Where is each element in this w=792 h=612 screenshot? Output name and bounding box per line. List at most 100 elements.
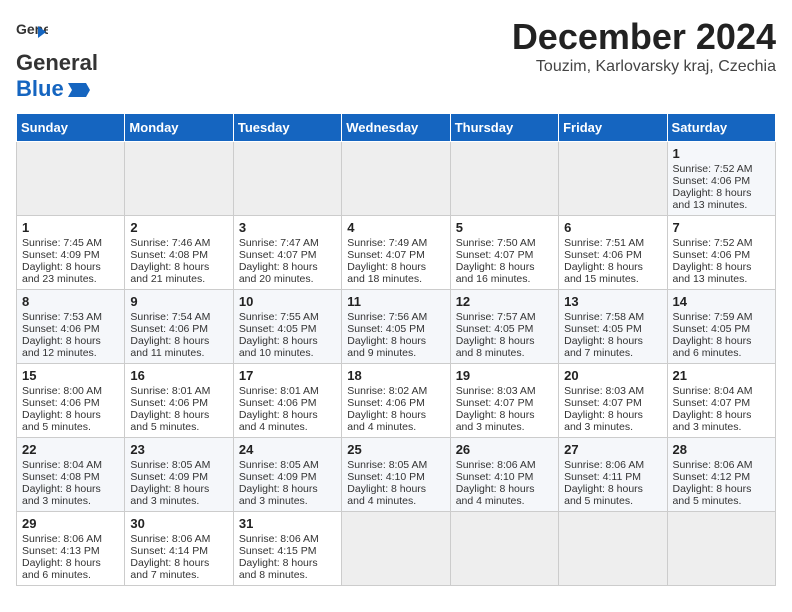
calendar-week-row: 15Sunrise: 8:00 AMSunset: 4:06 PMDayligh… [17,363,776,437]
logo-general: General [16,50,98,75]
sunrise-text: Sunrise: 8:04 AM [22,459,102,471]
calendar-day-cell: 6Sunrise: 7:51 AMSunset: 4:06 PMDaylight… [559,215,667,289]
sunset-text: Sunset: 4:05 PM [239,323,317,335]
sunrise-text: Sunrise: 7:54 AM [130,311,210,323]
calendar-day-cell: 28Sunrise: 8:06 AMSunset: 4:12 PMDayligh… [667,437,775,511]
daylight-text: Daylight: 8 hours and 21 minutes. [130,261,209,285]
calendar-day-cell: 16Sunrise: 8:01 AMSunset: 4:06 PMDayligh… [125,363,233,437]
daylight-text: Daylight: 8 hours and 20 minutes. [239,261,318,285]
daylight-text: Daylight: 8 hours and 15 minutes. [564,261,643,285]
day-number: 3 [239,220,336,235]
day-number: 18 [347,368,444,383]
calendar-day-cell: 14Sunrise: 7:59 AMSunset: 4:05 PMDayligh… [667,289,775,363]
sunrise-text: Sunrise: 8:06 AM [456,459,536,471]
sunrise-text: Sunrise: 7:56 AM [347,311,427,323]
sunset-text: Sunset: 4:06 PM [130,323,208,335]
sunrise-text: Sunrise: 8:03 AM [456,385,536,397]
sunset-text: Sunset: 4:07 PM [564,397,642,409]
sunrise-text: Sunrise: 8:05 AM [239,459,319,471]
day-number: 13 [564,294,661,309]
calendar-subtitle: Touzim, Karlovarsky kraj, Czechia [512,58,776,76]
calendar-day-cell: 11Sunrise: 7:56 AMSunset: 4:05 PMDayligh… [342,289,450,363]
daylight-text: Daylight: 8 hours and 13 minutes. [673,187,752,211]
daylight-text: Daylight: 8 hours and 3 minutes. [22,483,101,507]
calendar-day-cell [450,511,558,585]
calendar-day-cell: 21Sunrise: 8:04 AMSunset: 4:07 PMDayligh… [667,363,775,437]
calendar-day-cell: 12Sunrise: 7:57 AMSunset: 4:05 PMDayligh… [450,289,558,363]
calendar-day-cell: 5Sunrise: 7:50 AMSunset: 4:07 PMDaylight… [450,215,558,289]
daylight-text: Daylight: 8 hours and 7 minutes. [130,557,209,581]
day-number: 11 [347,294,444,309]
calendar-week-row: 22Sunrise: 8:04 AMSunset: 4:08 PMDayligh… [17,437,776,511]
day-number: 31 [239,516,336,531]
calendar-day-cell: 1Sunrise: 7:52 AMSunset: 4:06 PMDaylight… [667,141,775,215]
sunrise-text: Sunrise: 8:01 AM [239,385,319,397]
daylight-text: Daylight: 8 hours and 3 minutes. [673,409,752,433]
sunrise-text: Sunrise: 7:52 AM [673,163,753,175]
daylight-text: Daylight: 8 hours and 8 minutes. [456,335,535,359]
calendar-day-cell [342,141,450,215]
logo: General General Blue [16,16,98,103]
day-number: 8 [22,294,119,309]
daylight-text: Daylight: 8 hours and 12 minutes. [22,335,101,359]
calendar-day-cell: 10Sunrise: 7:55 AMSunset: 4:05 PMDayligh… [233,289,341,363]
calendar-day-cell [17,141,125,215]
daylight-text: Daylight: 8 hours and 7 minutes. [564,335,643,359]
calendar-day-cell: 29Sunrise: 8:06 AMSunset: 4:13 PMDayligh… [17,511,125,585]
day-number: 5 [456,220,553,235]
calendar-title: December 2024 [512,16,776,58]
daylight-text: Daylight: 8 hours and 5 minutes. [564,483,643,507]
sunrise-text: Sunrise: 7:50 AM [456,237,536,249]
calendar-day-cell: 17Sunrise: 8:01 AMSunset: 4:06 PMDayligh… [233,363,341,437]
sunset-text: Sunset: 4:07 PM [239,249,317,261]
calendar-day-cell [559,141,667,215]
calendar-day-cell: 3Sunrise: 7:47 AMSunset: 4:07 PMDaylight… [233,215,341,289]
daylight-text: Daylight: 8 hours and 5 minutes. [22,409,101,433]
calendar-day-header: Friday [559,113,667,141]
sunset-text: Sunset: 4:05 PM [456,323,534,335]
daylight-text: Daylight: 8 hours and 23 minutes. [22,261,101,285]
sunset-text: Sunset: 4:05 PM [564,323,642,335]
sunrise-text: Sunrise: 7:46 AM [130,237,210,249]
day-number: 1 [22,220,119,235]
daylight-text: Daylight: 8 hours and 3 minutes. [239,483,318,507]
sunset-text: Sunset: 4:07 PM [673,397,751,409]
day-number: 19 [456,368,553,383]
daylight-text: Daylight: 8 hours and 11 minutes. [130,335,209,359]
daylight-text: Daylight: 8 hours and 4 minutes. [347,409,426,433]
day-number: 23 [130,442,227,457]
calendar-day-cell: 19Sunrise: 8:03 AMSunset: 4:07 PMDayligh… [450,363,558,437]
day-number: 27 [564,442,661,457]
daylight-text: Daylight: 8 hours and 4 minutes. [239,409,318,433]
sunset-text: Sunset: 4:07 PM [347,249,425,261]
calendar-week-row: 1Sunrise: 7:45 AMSunset: 4:09 PMDaylight… [17,215,776,289]
sunset-text: Sunset: 4:06 PM [130,397,208,409]
day-number: 25 [347,442,444,457]
calendar-day-cell: 8Sunrise: 7:53 AMSunset: 4:06 PMDaylight… [17,289,125,363]
sunset-text: Sunset: 4:08 PM [22,471,100,483]
daylight-text: Daylight: 8 hours and 5 minutes. [130,409,209,433]
calendar-day-header: Sunday [17,113,125,141]
svg-text:General: General [16,21,48,37]
calendar-day-cell: 23Sunrise: 8:05 AMSunset: 4:09 PMDayligh… [125,437,233,511]
day-number: 24 [239,442,336,457]
day-number: 12 [456,294,553,309]
calendar-day-cell: 24Sunrise: 8:05 AMSunset: 4:09 PMDayligh… [233,437,341,511]
sunrise-text: Sunrise: 7:55 AM [239,311,319,323]
sunrise-text: Sunrise: 7:51 AM [564,237,644,249]
day-number: 16 [130,368,227,383]
day-number: 2 [130,220,227,235]
sunrise-text: Sunrise: 7:58 AM [564,311,644,323]
daylight-text: Daylight: 8 hours and 3 minutes. [130,483,209,507]
calendar-day-cell: 27Sunrise: 8:06 AMSunset: 4:11 PMDayligh… [559,437,667,511]
daylight-text: Daylight: 8 hours and 4 minutes. [347,483,426,507]
calendar-day-cell: 25Sunrise: 8:05 AMSunset: 4:10 PMDayligh… [342,437,450,511]
sunset-text: Sunset: 4:15 PM [239,545,317,557]
sunrise-text: Sunrise: 8:04 AM [673,385,753,397]
sunrise-text: Sunrise: 7:45 AM [22,237,102,249]
sunrise-text: Sunrise: 8:02 AM [347,385,427,397]
daylight-text: Daylight: 8 hours and 8 minutes. [239,557,318,581]
daylight-text: Daylight: 8 hours and 16 minutes. [456,261,535,285]
daylight-text: Daylight: 8 hours and 4 minutes. [456,483,535,507]
day-number: 29 [22,516,119,531]
